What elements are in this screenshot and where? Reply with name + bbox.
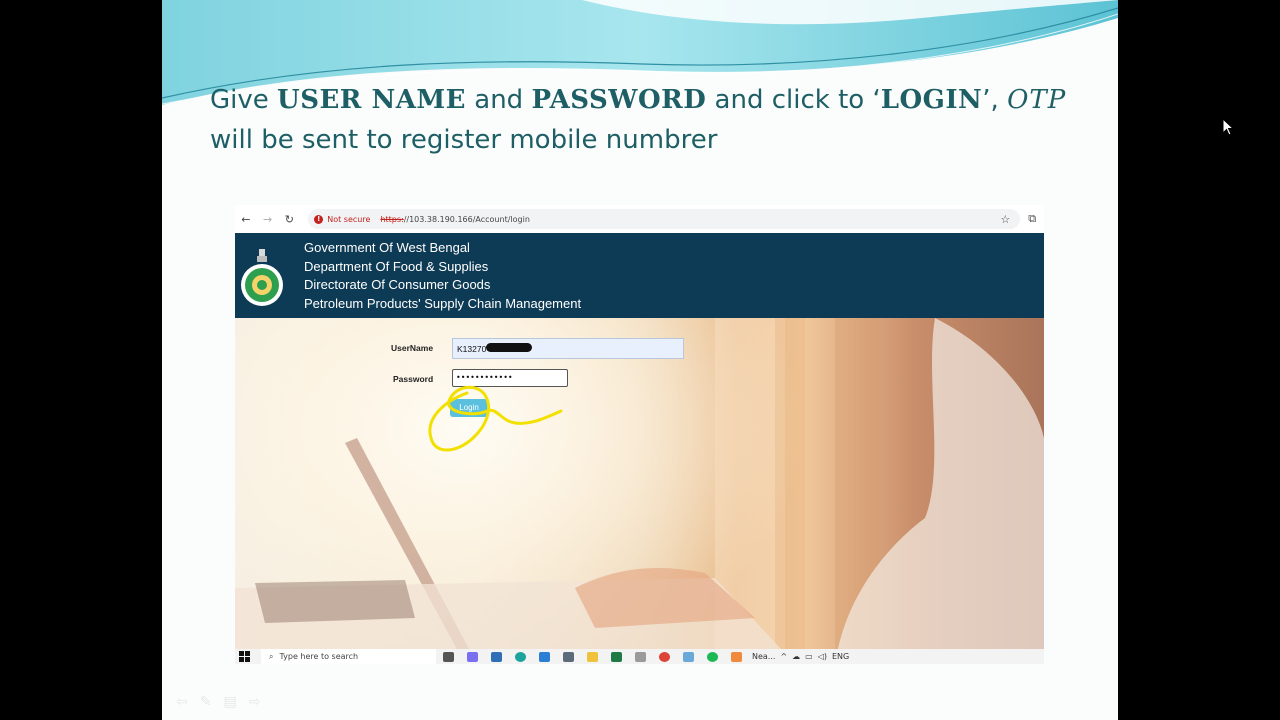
search-icon: ⌕ xyxy=(269,651,274,661)
weather-label[interactable]: Nea... xyxy=(752,652,775,661)
password-input[interactable]: •••••••••••• xyxy=(452,369,568,387)
login-button[interactable]: Login xyxy=(450,399,488,417)
heading-keyword-login: LOGIN xyxy=(880,85,983,115)
tray-network-icon[interactable]: ▭ xyxy=(805,652,813,661)
header-line-system: Petroleum Products' Supply Chain Managem… xyxy=(304,295,582,311)
presentation-slide: Give USER NAME and PASSWORD and click to… xyxy=(162,0,1118,720)
header-line-directorate: Directorate Of Consumer Goods xyxy=(304,277,491,292)
site-header-title: Government Of West Bengal Department Of … xyxy=(304,239,581,313)
store-icon[interactable] xyxy=(484,649,508,664)
previous-slide-icon[interactable]: ⇦ xyxy=(176,694,188,710)
address-bar[interactable]: ! Not secure https://103.38.190.166/Acco… xyxy=(308,209,1021,229)
heading-line-2: will be sent to register mobile numbrer xyxy=(210,125,718,155)
reload-icon[interactable]: ↻ xyxy=(279,213,301,226)
heading-text: and click to ‘ xyxy=(706,85,881,115)
not-secure-warning-icon[interactable]: ! xyxy=(314,214,324,224)
heading-text: ’, xyxy=(982,85,1008,115)
west-bengal-emblem-logo xyxy=(241,249,283,306)
not-secure-label[interactable]: Not secure xyxy=(327,215,370,224)
windows-start-icon[interactable] xyxy=(237,651,251,663)
slide-heading: Give USER NAME and PASSWORD and click to… xyxy=(210,80,1090,160)
tray-chevron-up-icon[interactable]: ^ xyxy=(780,652,787,661)
taskbar-search-placeholder: Type here to search xyxy=(279,652,359,661)
redaction-mark xyxy=(486,343,532,352)
heading-keyword-password: PASSWORD xyxy=(531,85,707,115)
pen-tool-icon[interactable] xyxy=(676,649,700,664)
password-label: Password xyxy=(393,374,434,384)
edge-browser-icon[interactable] xyxy=(508,649,532,664)
bookmark-star-icon[interactable]: ☆ xyxy=(1000,213,1010,226)
task-view-icon[interactable] xyxy=(436,649,460,664)
username-label: UserName xyxy=(391,343,434,353)
copilot-icon[interactable] xyxy=(460,649,484,664)
background-photo-laptop-scene xyxy=(235,318,1044,664)
heading-keyword-username: USER NAME xyxy=(277,85,466,115)
chrome-icon[interactable] xyxy=(652,649,676,664)
header-line-government: Government Of West Bengal xyxy=(304,240,470,255)
menu-icon[interactable]: ▤ xyxy=(223,694,236,710)
extensions-puzzle-icon[interactable]: ⧉ xyxy=(1020,212,1044,226)
printer-icon[interactable] xyxy=(628,649,652,664)
heading-keyword-otp: OTP xyxy=(1007,85,1067,115)
browser-toolbar: ← → ↻ ! Not secure https://103.38.190.16… xyxy=(235,205,1044,233)
spotify-icon[interactable] xyxy=(700,649,724,664)
heading-line-1: Give USER NAME and PASSWORD and click to… xyxy=(210,80,1090,120)
app-pinned-icon[interactable] xyxy=(724,649,748,664)
tray-cloud-icon[interactable]: ☁ xyxy=(792,652,800,661)
excel-icon[interactable] xyxy=(604,649,628,664)
calculator-icon[interactable] xyxy=(556,649,580,664)
taskbar-search-box[interactable]: ⌕ Type here to search xyxy=(261,649,436,664)
heading-text: Give xyxy=(210,85,278,115)
next-slide-icon[interactable]: ⇨ xyxy=(249,694,261,710)
site-header-banner: Government Of West Bengal Department Of … xyxy=(235,233,1044,318)
slideshow-controls: ⇦ ✎ ▤ ⇨ xyxy=(176,694,260,710)
tray-language-label[interactable]: ENG xyxy=(832,652,849,661)
file-explorer-icon[interactable] xyxy=(580,649,604,664)
login-web-page: Government Of West Bengal Department Of … xyxy=(235,233,1044,664)
url-scheme[interactable]: https: xyxy=(380,215,403,224)
forward-arrow-icon[interactable]: → xyxy=(257,213,279,226)
url-path[interactable]: //103.38.190.166/Account/login xyxy=(404,215,530,224)
back-arrow-icon[interactable]: ← xyxy=(235,213,257,226)
mail-icon[interactable] xyxy=(532,649,556,664)
windows-taskbar: ⌕ Type here to search Nea... ^ ☁ ▭ ◁) EN… xyxy=(235,649,1044,664)
heading-text: and xyxy=(466,85,532,115)
mouse-pointer-icon xyxy=(1222,118,1234,136)
system-tray: Nea... ^ ☁ ▭ ◁) ENG xyxy=(752,652,854,661)
header-line-department: Department Of Food & Supplies xyxy=(304,258,489,274)
pen-icon[interactable]: ✎ xyxy=(200,694,212,710)
tray-volume-icon[interactable]: ◁) xyxy=(818,652,827,661)
